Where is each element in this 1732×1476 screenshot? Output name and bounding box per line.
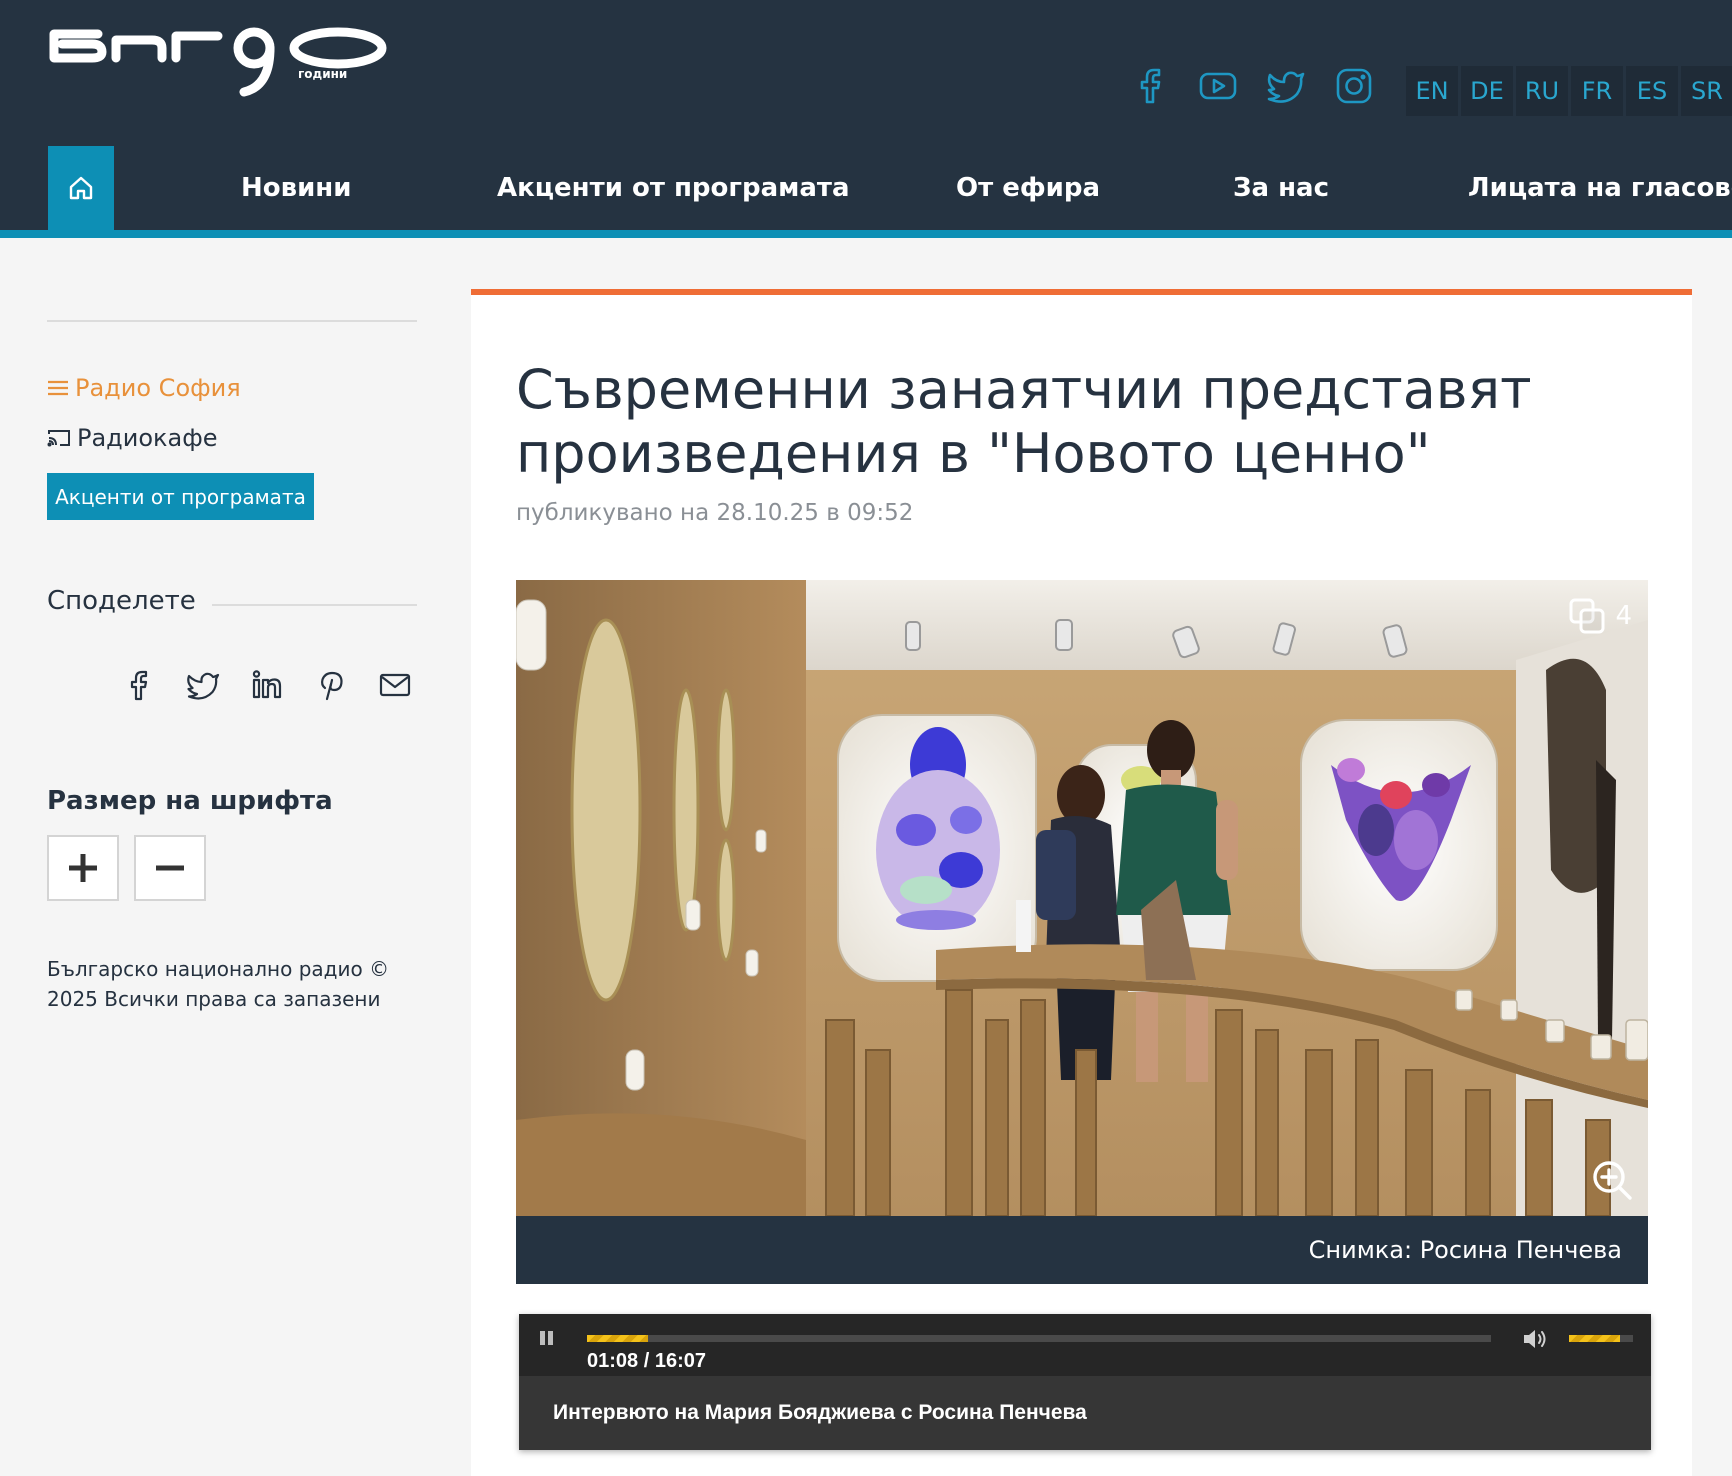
mail-icon[interactable] <box>378 668 412 702</box>
instagram-icon[interactable] <box>1334 66 1374 106</box>
header-accent-line <box>0 230 1732 238</box>
nav-voices[interactable]: Лицата на гласовете <box>1468 146 1732 230</box>
nav-on-air[interactable]: От ефира <box>956 146 1100 230</box>
pause-icon[interactable] <box>537 1328 557 1348</box>
share-buttons <box>122 668 412 702</box>
progress-bar[interactable] <box>587 1335 1491 1342</box>
font-increase-button[interactable] <box>47 835 119 901</box>
language-switcher: EN DE RU FR ES SR <box>1406 66 1732 116</box>
nav-about[interactable]: За нас <box>1233 146 1329 230</box>
article-title: Съвременни занаятчии представят произвед… <box>516 358 1532 485</box>
home-icon <box>69 176 93 200</box>
social-links <box>1130 66 1374 106</box>
volume-icon[interactable] <box>1522 1326 1550 1352</box>
audio-player: 01:08 / 16:07 Интервюто на Мария Бояджие… <box>519 1314 1651 1450</box>
zoom-in-icon[interactable] <box>1590 1158 1634 1202</box>
radio-sofia-label: Радио София <box>75 374 241 402</box>
track-title: Интервюто на Мария Бояджиева с Росина Пе… <box>553 1401 1087 1424</box>
home-button[interactable] <box>48 146 114 230</box>
exhibition-photo <box>516 580 1648 1216</box>
lang-sr[interactable]: SR <box>1681 66 1732 116</box>
plus-icon <box>69 854 97 882</box>
article-photo[interactable]: 4 <box>516 580 1648 1216</box>
gallery-count[interactable]: 4 <box>1567 596 1632 636</box>
article-accent-bar <box>471 289 1692 295</box>
gallery-count-label: 4 <box>1615 601 1632 631</box>
bnr-90-logo[interactable]: години <box>48 26 408 106</box>
copyright-text: Българско национално радио © 2025 Всички… <box>47 957 390 1011</box>
menu-icon <box>48 380 68 396</box>
publish-date: публикувано на 28.10.25 в 09:52 <box>516 500 914 526</box>
youtube-icon[interactable] <box>1198 66 1238 106</box>
nav-program-highlights[interactable]: Акценти от програмата <box>497 146 850 230</box>
radiocafe-label: Радиокафе <box>77 424 218 452</box>
cast-icon <box>47 430 70 447</box>
font-decrease-button[interactable] <box>134 835 206 901</box>
facebook-icon[interactable] <box>122 668 156 702</box>
svg-text:години: години <box>298 67 347 81</box>
twitter-icon[interactable] <box>186 668 220 702</box>
radiocafe-link[interactable]: Радиокафе <box>47 424 218 452</box>
pinterest-icon[interactable] <box>314 668 348 702</box>
nav-news[interactable]: Новини <box>241 146 351 230</box>
lang-es[interactable]: ES <box>1626 66 1678 116</box>
program-highlights-button[interactable]: Акценти от програмата <box>47 473 314 520</box>
share-title: Споделете <box>47 586 212 616</box>
volume-slider[interactable] <box>1569 1335 1633 1342</box>
volume-fill <box>1569 1335 1621 1342</box>
twitter-icon[interactable] <box>1266 66 1306 106</box>
lang-fr[interactable]: FR <box>1571 66 1623 116</box>
photo-caption: Снимка: Росина Пенчева <box>1308 1236 1622 1264</box>
radio-sofia-link[interactable]: Радио София <box>47 374 241 402</box>
sidebar: Радио София Радиокафе Акценти от програм… <box>47 320 417 1011</box>
playback-time: 01:08 / 16:07 <box>587 1350 706 1372</box>
player-controls: 01:08 / 16:07 <box>519 1314 1651 1376</box>
site-header: години EN DE RU FR ES SR Новини Акценти … <box>0 0 1732 238</box>
minus-icon <box>156 865 184 871</box>
facebook-icon[interactable] <box>1130 66 1170 106</box>
lang-de[interactable]: DE <box>1461 66 1513 116</box>
font-size-title: Размер на шрифта <box>47 786 333 816</box>
photo-caption-bar: Снимка: Росина Пенчева <box>516 1216 1648 1284</box>
linkedin-icon[interactable] <box>250 668 284 702</box>
main-nav: Новини Акценти от програмата От ефира За… <box>0 146 1732 230</box>
progress-fill <box>587 1335 648 1342</box>
gallery-icon <box>1569 598 1605 634</box>
sidebar-divider <box>47 320 417 322</box>
article-panel: Съвременни занаятчии представят произвед… <box>471 290 1692 1476</box>
lang-en[interactable]: EN <box>1406 66 1458 116</box>
lang-ru[interactable]: RU <box>1516 66 1568 116</box>
